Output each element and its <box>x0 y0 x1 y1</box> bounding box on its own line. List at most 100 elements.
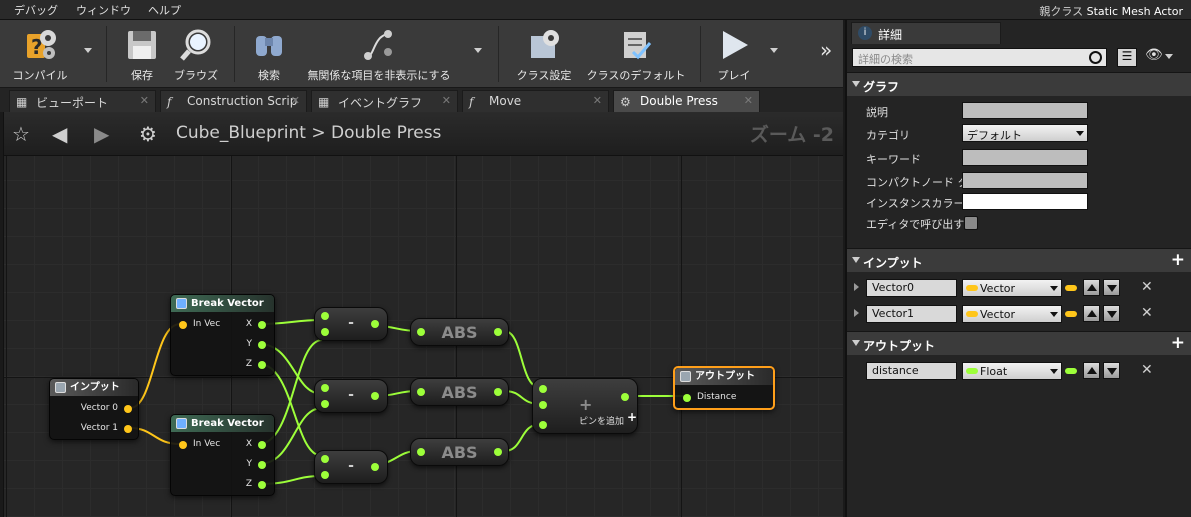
move-down-button[interactable] <box>1103 362 1120 379</box>
abs-node[interactable]: ABS <box>410 318 509 346</box>
c-in-pin[interactable] <box>539 421 547 429</box>
compile-button[interactable]: ? コンパイル <box>6 24 74 84</box>
subtract-node[interactable]: - <box>314 379 388 413</box>
z-out-pin[interactable] <box>258 361 266 369</box>
expand-arrow-icon[interactable] <box>854 309 859 317</box>
call-in-editor-checkbox[interactable] <box>964 216 978 230</box>
magnifier-icon <box>180 29 211 61</box>
view-options-arrow[interactable] <box>1165 54 1173 59</box>
remove-output-button[interactable]: ✕ <box>1141 362 1153 378</box>
close-icon[interactable]: ✕ <box>291 94 300 107</box>
find-button[interactable]: 検索 <box>245 24 293 84</box>
toolbar-overflow-button[interactable]: » <box>820 38 832 62</box>
y-out-pin[interactable] <box>258 461 266 469</box>
tab-construction-script[interactable]: f Construction Scrip ✕ <box>160 90 307 112</box>
tab-double-press[interactable]: ⚙ Double Press ✕ <box>613 90 760 112</box>
add-output-button[interactable]: + <box>1171 333 1185 353</box>
remove-input-button[interactable]: ✕ <box>1141 279 1153 295</box>
property-matrix-icon[interactable]: ☰ <box>1117 48 1137 67</box>
save-button[interactable]: 保存 <box>120 24 164 84</box>
add-node[interactable]: + ピンを追加 + <box>532 378 638 434</box>
add-pin-button[interactable]: ピンを追加 <box>579 414 624 427</box>
tab-move[interactable]: f Move ✕ <box>462 90 609 112</box>
tab-viewport[interactable]: ▦ ビューポート ✕ <box>9 90 156 112</box>
vector1-out-pin[interactable] <box>124 425 132 433</box>
instance-color-swatch[interactable] <box>962 193 1088 210</box>
move-up-button[interactable] <box>1083 305 1100 322</box>
input-name-field[interactable]: Vector0 <box>866 279 957 297</box>
add-input-button[interactable]: + <box>1171 250 1185 270</box>
details-search-input[interactable]: 詳細の検索 <box>852 48 1107 67</box>
parent-class-link[interactable]: Static Mesh Actor <box>1087 5 1183 18</box>
move-up-button[interactable] <box>1083 279 1100 296</box>
hide-unrelated-options-arrow[interactable] <box>474 48 482 53</box>
output-name-field[interactable]: distance <box>866 362 957 380</box>
float-type-swatch <box>966 368 978 374</box>
class-settings-button[interactable]: クラス設定 <box>510 24 578 84</box>
out-pin[interactable] <box>371 463 379 471</box>
expand-arrow-icon[interactable] <box>854 283 859 291</box>
z-out-pin[interactable] <box>258 481 266 489</box>
tab-event-graph[interactable]: ▦ イベントグラフ ✕ <box>311 90 458 112</box>
output-type-dropdown[interactable]: Float <box>962 362 1062 380</box>
x-out-pin[interactable] <box>258 441 266 449</box>
class-defaults-button[interactable]: クラスのデフォルト <box>586 24 686 84</box>
vector0-out-pin[interactable] <box>124 405 132 413</box>
out-pin[interactable] <box>494 328 502 336</box>
inputs-category-header[interactable]: インプット + <box>847 248 1191 272</box>
move-down-button[interactable] <box>1103 305 1120 322</box>
in-vec-pin[interactable] <box>179 321 187 329</box>
play-button[interactable]: プレイ <box>710 24 758 84</box>
close-icon[interactable]: ✕ <box>593 94 602 107</box>
close-icon[interactable]: ✕ <box>442 94 451 107</box>
input-type-dropdown[interactable]: Vector <box>962 305 1062 323</box>
out-pin[interactable] <box>371 320 379 328</box>
b-in-pin[interactable] <box>539 401 547 409</box>
a-in-pin[interactable] <box>539 385 547 393</box>
distance-in-pin[interactable] <box>683 394 691 402</box>
close-icon[interactable]: ✕ <box>140 94 149 107</box>
details-tab[interactable]: i 詳細 <box>851 22 1001 44</box>
play-options-arrow[interactable] <box>770 48 778 53</box>
compile-options-arrow[interactable] <box>84 48 92 53</box>
search-icon <box>1089 51 1102 64</box>
abs-node[interactable]: ABS <box>410 438 509 466</box>
input-node[interactable]: インプット Vector 0 Vector 1 <box>49 378 139 440</box>
hide-unrelated-button[interactable]: 無関係な項目を非表示にする <box>300 24 458 84</box>
move-down-button[interactable] <box>1103 279 1120 296</box>
out-pin[interactable] <box>494 448 502 456</box>
graph-editor[interactable]: ☆ ◀ ▶ ⚙ Cube_Blueprint > Double Press ズー… <box>3 112 843 517</box>
output-node[interactable]: アウトプット Distance <box>673 366 775 410</box>
remove-input-button[interactable]: ✕ <box>1141 305 1153 321</box>
plus-icon[interactable]: + <box>627 410 637 424</box>
x-out-pin[interactable] <box>258 321 266 329</box>
node-title: Break Vector <box>191 298 264 309</box>
input-name-field[interactable]: Vector1 <box>866 305 957 323</box>
eye-icon[interactable]: 👁 <box>1145 47 1163 63</box>
subtract-node[interactable]: - <box>314 307 388 341</box>
out-pin[interactable] <box>621 393 629 401</box>
input-type-dropdown[interactable]: Vector <box>962 279 1062 297</box>
move-up-button[interactable] <box>1083 362 1100 379</box>
browse-button[interactable]: ブラウズ <box>170 24 222 84</box>
out-pin[interactable] <box>494 388 502 396</box>
description-field[interactable] <box>962 102 1088 119</box>
menu-help[interactable]: ヘルプ <box>148 2 181 18</box>
outputs-category-header[interactable]: アウトプット + <box>847 331 1191 355</box>
toolbar-separator <box>700 26 701 82</box>
menu-window[interactable]: ウィンドウ <box>76 2 131 18</box>
menu-bar: デバッグ ウィンドウ ヘルプ 親クラス Static Mesh Actor <box>0 0 1191 20</box>
out-pin[interactable] <box>371 392 379 400</box>
compact-title-field[interactable] <box>962 172 1088 189</box>
category-dropdown[interactable]: デフォルト <box>962 124 1088 142</box>
y-out-pin[interactable] <box>258 341 266 349</box>
abs-node[interactable]: ABS <box>410 378 509 406</box>
graph-category-header[interactable]: グラフ <box>847 72 1191 96</box>
menu-debug[interactable]: デバッグ <box>14 2 58 18</box>
break-vector-node[interactable]: Break Vector In Vec X Y Z <box>170 294 275 376</box>
break-vector-node[interactable]: Break Vector In Vec X Y Z <box>170 414 275 496</box>
subtract-node[interactable]: - <box>314 450 388 484</box>
close-icon[interactable]: ✕ <box>744 94 753 107</box>
in-vec-pin[interactable] <box>179 441 187 449</box>
keywords-field[interactable] <box>962 149 1088 166</box>
